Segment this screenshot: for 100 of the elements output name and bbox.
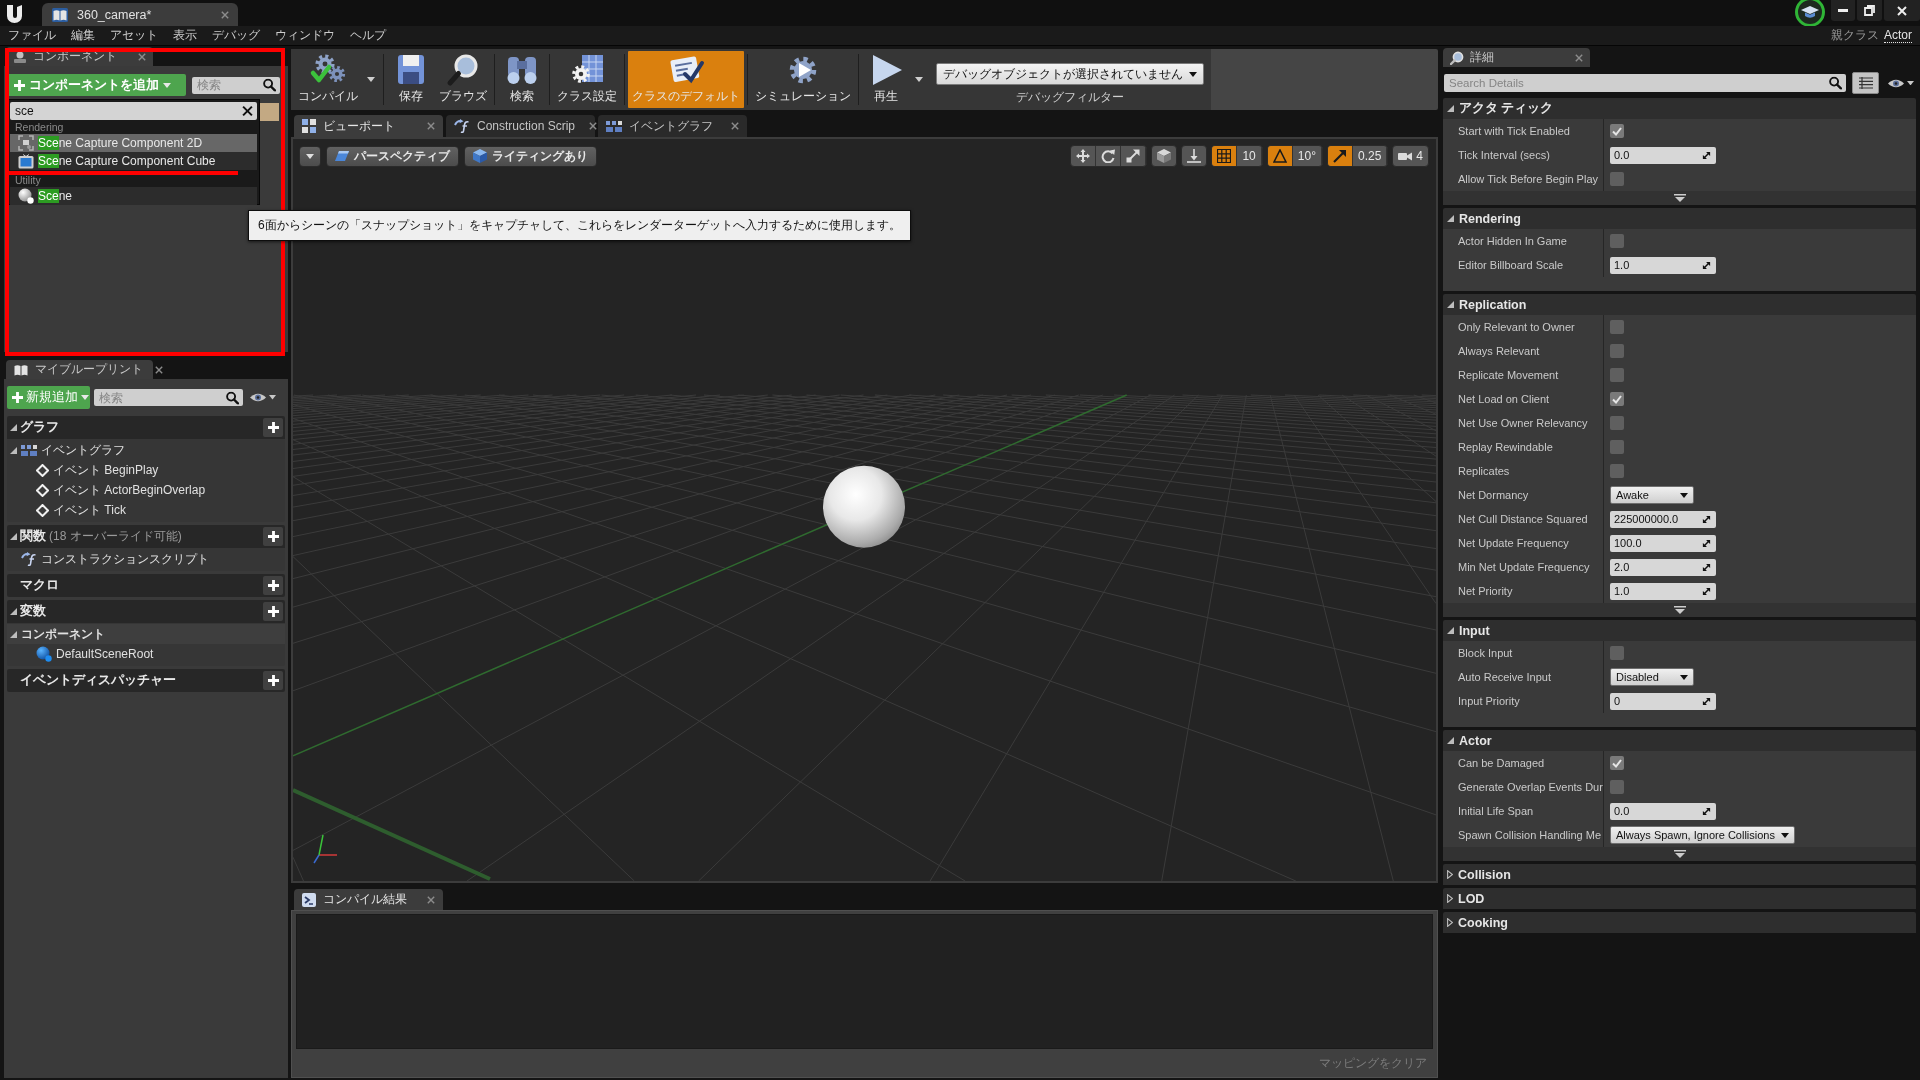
- view-options-button[interactable]: [247, 392, 278, 403]
- disclosure-triangle-icon[interactable]: [10, 446, 17, 454]
- debug-object-dropdown[interactable]: デバッグオブジェクトが選択されていません: [936, 63, 1204, 85]
- view-option-button[interactable]: パースペクティブ: [326, 145, 459, 167]
- checkbox[interactable]: [1610, 320, 1624, 334]
- restore-button[interactable]: [1857, 0, 1882, 21]
- snap-toggle-button[interactable]: [1212, 146, 1238, 166]
- disclosure-triangle-icon[interactable]: [10, 533, 17, 540]
- logo-icon[interactable]: [5, 3, 25, 23]
- checkbox[interactable]: [1610, 368, 1624, 382]
- search-field[interactable]: 検索: [94, 389, 243, 406]
- add-button[interactable]: [263, 418, 283, 437]
- number-field[interactable]: 0.0: [1610, 146, 1716, 164]
- checkbox[interactable]: [1610, 392, 1624, 406]
- checkbox[interactable]: [1610, 756, 1624, 770]
- menu-item[interactable]: デバッグ: [206, 27, 266, 44]
- disclosure-triangle-icon[interactable]: [10, 424, 17, 431]
- editor-tab[interactable]: イベントグラフ: [598, 115, 747, 137]
- editor-tab[interactable]: ビューポート: [294, 115, 443, 137]
- menu-item[interactable]: ヘルプ: [344, 27, 392, 44]
- toolbar-button[interactable]: 再生: [862, 51, 910, 108]
- viewport-menu-button[interactable]: [299, 145, 321, 167]
- toolbar-button[interactable]: クラス設定: [553, 51, 621, 108]
- add-button[interactable]: [263, 602, 283, 621]
- panel-tab[interactable]: コンパイル結果: [294, 889, 443, 910]
- add-button[interactable]: [263, 527, 283, 546]
- disclosure-triangle-icon[interactable]: [10, 630, 17, 638]
- toolbar-button[interactable]: コンパイル: [294, 51, 362, 108]
- surface-snap-button[interactable]: [1181, 145, 1208, 167]
- add-button[interactable]: [263, 576, 283, 595]
- snap-toggle-button[interactable]: [1327, 146, 1353, 166]
- number-field[interactable]: 0.0: [1610, 802, 1716, 820]
- component-option[interactable]: Scene Capture Component 2D: [10, 134, 257, 152]
- view-options-button[interactable]: [1885, 77, 1916, 89]
- toolbar-button[interactable]: 保存: [387, 51, 435, 108]
- disclosure-triangle-icon[interactable]: [1447, 105, 1454, 112]
- graduation-cap-icon[interactable]: [1795, 0, 1825, 27]
- snap-size-button[interactable]: 10: [1237, 146, 1262, 166]
- menu-item[interactable]: ウィンドウ: [269, 27, 341, 44]
- coordinate-space-button[interactable]: [1151, 145, 1178, 167]
- checkbox[interactable]: [1610, 344, 1624, 358]
- search-field[interactable]: sce: [10, 102, 257, 120]
- tree-item[interactable]: コンストラクションスクリプト: [7, 549, 285, 569]
- toolbar-button[interactable]: 検索: [498, 51, 546, 108]
- close-button[interactable]: [1884, 0, 1920, 21]
- toolbar-button[interactable]: ブラウズ: [435, 51, 491, 108]
- close-icon[interactable]: [155, 365, 163, 374]
- number-field[interactable]: 0: [1610, 692, 1716, 710]
- editor-tab[interactable]: Construction Scrip: [446, 115, 595, 137]
- checkbox[interactable]: [1610, 124, 1624, 138]
- menu-item[interactable]: 編集: [65, 27, 101, 44]
- disclosure-triangle-icon[interactable]: [10, 608, 17, 615]
- disclosure-triangle-icon[interactable]: [1447, 215, 1454, 222]
- checkbox[interactable]: [1610, 464, 1624, 478]
- view-toggle-button[interactable]: [1852, 72, 1879, 94]
- checkbox[interactable]: [1610, 234, 1624, 248]
- number-field[interactable]: 225000000.0: [1610, 510, 1716, 528]
- number-field[interactable]: 1.0: [1610, 256, 1716, 274]
- tree-item[interactable]: イベント BeginPlay: [7, 460, 285, 480]
- disclosure-triangle-icon[interactable]: [1447, 627, 1454, 634]
- parent-class-link[interactable]: Actor: [1884, 28, 1912, 43]
- clear-icon[interactable]: [242, 105, 253, 117]
- tree-item[interactable]: コンポーネント: [7, 624, 285, 644]
- disclosure-triangle-icon[interactable]: [1447, 301, 1454, 308]
- dropdown[interactable]: Always Spawn, Ignore Collisions: [1610, 826, 1795, 844]
- number-field[interactable]: 2.0: [1610, 558, 1716, 576]
- disclosure-triangle-icon[interactable]: [1447, 894, 1453, 903]
- checkbox[interactable]: [1610, 416, 1624, 430]
- number-field[interactable]: 100.0: [1610, 534, 1716, 552]
- checkbox[interactable]: [1610, 172, 1624, 186]
- tree-item[interactable]: イベント ActorBeginOverlap: [7, 480, 285, 500]
- document-tab[interactable]: 360_camera*: [42, 3, 238, 26]
- search-field[interactable]: 検索: [192, 76, 280, 94]
- tree-item[interactable]: DefaultSceneRoot: [7, 644, 285, 664]
- view-option-button[interactable]: ライティングあり: [464, 145, 597, 167]
- menu-item[interactable]: ファイル: [2, 27, 62, 44]
- number-field[interactable]: 1.0: [1610, 582, 1716, 600]
- search-field[interactable]: Search Details: [1444, 74, 1846, 92]
- component-option[interactable]: Scene: [10, 187, 257, 205]
- menu-item[interactable]: 表示: [167, 27, 203, 44]
- dropdown[interactable]: Awake: [1610, 486, 1694, 504]
- close-icon[interactable]: [589, 122, 598, 130]
- checkbox[interactable]: [1610, 646, 1624, 660]
- component-option[interactable]: Scene Capture Component Cube: [10, 152, 257, 170]
- snap-size-button[interactable]: 10°: [1292, 146, 1322, 166]
- snap-size-button[interactable]: 0.25: [1352, 146, 1388, 166]
- add-button[interactable]: [263, 671, 283, 690]
- checkbox[interactable]: [1610, 440, 1624, 454]
- menu-item[interactable]: アセット: [104, 27, 164, 44]
- disclosure-triangle-icon[interactable]: [1447, 918, 1453, 927]
- dropdown[interactable]: Disabled: [1610, 668, 1694, 686]
- tree-item[interactable]: イベント Tick: [7, 500, 285, 520]
- minimize-button[interactable]: [1831, 0, 1855, 21]
- panel-tab[interactable]: 詳細: [1443, 48, 1590, 67]
- tree-item[interactable]: イベントグラフ: [7, 440, 285, 460]
- camera-speed-button[interactable]: 4: [1392, 145, 1429, 167]
- snap-toggle-button[interactable]: [1267, 146, 1293, 166]
- disclosure-triangle-icon[interactable]: [1447, 870, 1453, 879]
- toolbar-button[interactable]: シミュレーション: [751, 51, 855, 108]
- disclosure-triangle-icon[interactable]: [1447, 737, 1454, 744]
